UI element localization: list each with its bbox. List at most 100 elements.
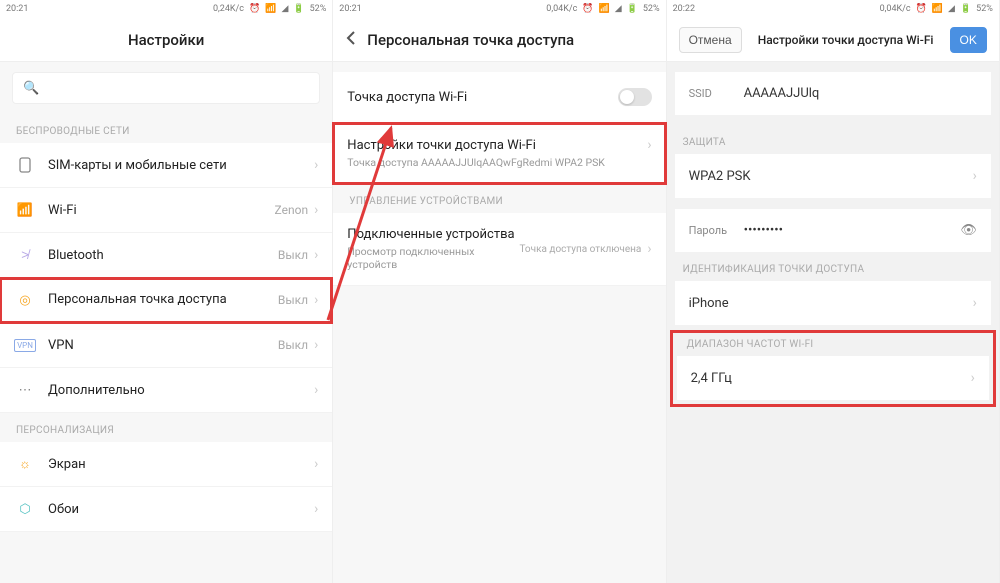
row-label: Дополнительно — [48, 383, 314, 398]
battery-icon: 🔋 — [960, 4, 971, 14]
row-label: Wi-Fi — [48, 203, 275, 218]
panel-hotspot: 20:21 0,04K/c ⏰ 📶 ◢ 🔋 52% Персональная т… — [333, 0, 666, 583]
cancel-button[interactable]: Отмена — [679, 27, 742, 53]
row-wifi[interactable]: 📶 Wi-Fi Zenon › — [0, 188, 332, 233]
ok-button[interactable]: OK — [950, 27, 987, 53]
page-title: Персональная точка доступа — [367, 31, 574, 49]
row-label: Экран — [48, 457, 314, 472]
row-more[interactable]: ⋯ Дополнительно › — [0, 368, 332, 413]
chevron-right-icon: › — [647, 241, 651, 257]
row-label: Персональная точка доступа — [48, 292, 278, 308]
status-net: 0,24K/c — [213, 4, 244, 14]
row-screen[interactable]: ☼ Экран › — [0, 442, 332, 487]
status-time: 20:22 — [673, 4, 695, 14]
page-title: Настройки — [128, 31, 204, 49]
row-vpn[interactable]: VPN VPN Выкл › — [0, 323, 332, 368]
chevron-right-icon: › — [971, 370, 975, 386]
search-input[interactable]: 🔍 — [12, 72, 320, 104]
status-time: 20:21 — [6, 4, 28, 14]
row-label: Точка доступа Wi-Fi — [347, 90, 617, 105]
section-frequency: ДИАПАЗОН ЧАСТОТ WI-FI — [671, 333, 995, 356]
password-value[interactable]: ••••••••• — [744, 223, 961, 238]
signal-icon: ◢ — [948, 4, 955, 14]
header: Отмена Настройки точки доступа Wi-Fi OK — [667, 18, 999, 62]
section-security: ЗАЩИТА — [667, 125, 999, 154]
ssid-field[interactable]: SSID AAAAAJJUlq — [675, 72, 991, 115]
chevron-right-icon: › — [314, 202, 318, 218]
row-hotspot-settings[interactable]: Настройки точки доступа Wi-Fi › Точка до… — [333, 123, 665, 184]
chevron-right-icon: › — [314, 247, 318, 263]
section-personalization: ПЕРСОНАЛИЗАЦИЯ — [0, 413, 332, 442]
signal-icon: ◢ — [615, 4, 622, 14]
battery-icon: 🔋 — [627, 4, 638, 14]
status-net: 0,04K/c — [880, 4, 911, 14]
hotspot-icon: ◎ — [14, 293, 36, 308]
wifi-icon: 📶 — [265, 4, 276, 14]
row-security[interactable]: WPA2 PSK › — [675, 154, 991, 199]
battery-pct: 52% — [643, 4, 660, 14]
row-hotspot-toggle[interactable]: Точка доступа Wi-Fi — [333, 72, 665, 123]
row-label: Подключенные устройства — [347, 227, 519, 242]
row-wallpaper[interactable]: ⬡ Обои › — [0, 487, 332, 532]
password-field[interactable]: Пароль ••••••••• 👁 — [675, 209, 991, 252]
row-frequency[interactable]: 2,4 ГГц › — [677, 356, 989, 400]
section-device-mgmt: УПРАВЛЕНИЕ УСТРОЙСТВАМИ — [333, 184, 665, 213]
row-label: VPN — [48, 338, 278, 353]
header: Персональная точка доступа — [333, 18, 665, 62]
wifi-icon: 📶 — [599, 4, 610, 14]
row-connected-devices[interactable]: Подключенные устройства Просмотр подключ… — [333, 213, 665, 286]
freq-value: 2,4 ГГц — [691, 371, 971, 386]
row-personal-hotspot[interactable]: ◎ Персональная точка доступа Выкл › — [0, 278, 332, 323]
wifi-icon: 📶 — [14, 203, 36, 218]
alarm-icon: ⏰ — [916, 4, 927, 14]
chevron-right-icon: › — [314, 501, 318, 517]
battery-icon: 🔋 — [293, 4, 304, 14]
chevron-right-icon: › — [973, 168, 977, 184]
row-value: Zenon — [275, 203, 309, 217]
row-value: Выкл — [278, 338, 308, 352]
chevron-right-icon: › — [314, 292, 318, 308]
row-value: Точка доступа отключена — [519, 243, 641, 256]
status-bar: 20:21 0,04K/c ⏰ 📶 ◢ 🔋 52% — [333, 0, 665, 18]
toggle-switch[interactable] — [618, 88, 652, 106]
bluetooth-icon: ≯ — [14, 247, 36, 263]
chevron-right-icon: › — [973, 295, 977, 311]
chevron-right-icon: › — [314, 456, 318, 472]
field-label: SSID — [689, 87, 744, 100]
row-label: SIM-карты и мобильные сети — [48, 158, 314, 173]
page-title: Настройки точки доступа Wi-Fi — [748, 33, 944, 47]
chevron-right-icon: › — [314, 337, 318, 353]
row-label: Настройки точки доступа Wi-Fi — [347, 138, 647, 153]
battery-pct: 52% — [310, 4, 327, 14]
eye-icon[interactable]: 👁 — [960, 223, 977, 238]
search-icon: 🔍 — [23, 81, 39, 96]
battery-pct: 52% — [976, 4, 993, 14]
status-bar: 20:22 0,04K/c ⏰ 📶 ◢ 🔋 52% — [667, 0, 999, 18]
status-net: 0,04K/c — [546, 4, 577, 14]
chevron-right-icon: › — [647, 137, 651, 153]
wifi-icon: 📶 — [932, 4, 943, 14]
row-subtitle: Просмотр подключенных устройств — [347, 245, 519, 271]
row-identification[interactable]: iPhone › — [675, 281, 991, 325]
alarm-icon: ⏰ — [249, 4, 260, 14]
ident-value: iPhone — [689, 296, 973, 311]
ssid-value[interactable]: AAAAAJJUlq — [744, 86, 977, 101]
panel-hotspot-config: 20:22 0,04K/c ⏰ 📶 ◢ 🔋 52% Отмена Настрой… — [667, 0, 1000, 583]
section-identification: ИДЕНТИФИКАЦИЯ ТОЧКИ ДОСТУПА — [667, 252, 999, 281]
status-time: 20:21 — [339, 4, 361, 14]
more-icon: ⋯ — [14, 383, 36, 398]
row-value: Выкл — [278, 248, 308, 262]
freq-block-highlight: ДИАПАЗОН ЧАСТОТ WI-FI 2,4 ГГц › — [671, 331, 995, 406]
label-text: Персональная точка доступа — [48, 292, 227, 307]
row-bluetooth[interactable]: ≯ Bluetooth Выкл › — [0, 233, 332, 278]
row-label: Bluetooth — [48, 248, 278, 263]
sim-icon — [14, 157, 36, 173]
row-sim-cards[interactable]: SIM-карты и мобильные сети › — [0, 143, 332, 188]
security-value: WPA2 PSK — [689, 169, 973, 184]
status-bar: 20:21 0,24K/c ⏰ 📶 ◢ 🔋 52% — [0, 0, 332, 18]
chevron-right-icon: › — [314, 157, 318, 173]
back-button[interactable] — [345, 30, 357, 50]
field-label: Пароль — [689, 224, 744, 237]
sun-icon: ☼ — [14, 456, 36, 472]
signal-icon: ◢ — [281, 4, 288, 14]
